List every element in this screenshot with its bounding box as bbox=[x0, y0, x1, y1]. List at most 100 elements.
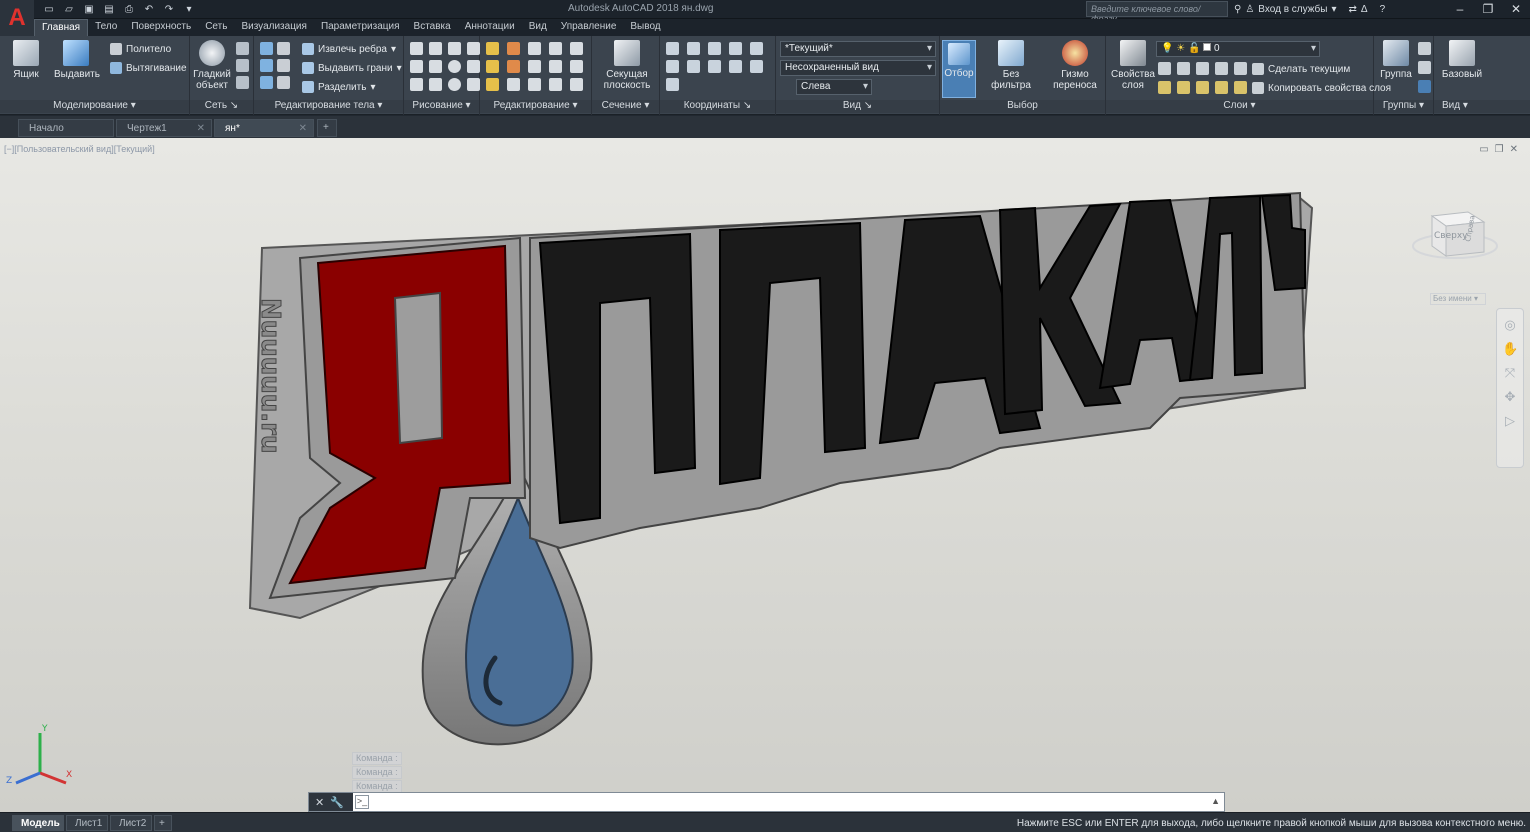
viewcube-top-label[interactable]: Сверху bbox=[1434, 231, 1468, 241]
ribbon-tab[interactable]: Главная bbox=[34, 19, 89, 36]
redo-icon[interactable]: ↷ bbox=[160, 2, 178, 17]
left-view-select[interactable]: Слева bbox=[796, 79, 872, 95]
point-icon[interactable] bbox=[467, 60, 480, 73]
layer-select[interactable]: 💡 ☀ 🔓 0 bbox=[1156, 41, 1320, 57]
erase-icon[interactable] bbox=[486, 78, 499, 91]
save-as-icon[interactable]: ▤ bbox=[100, 2, 118, 17]
app-logo[interactable]: A bbox=[0, 0, 34, 36]
join-icon[interactable] bbox=[549, 78, 562, 91]
box-button[interactable]: Ящик bbox=[4, 40, 48, 80]
viewport-label[interactable]: [−][Пользовательский вид][Текущий] bbox=[4, 144, 155, 154]
group-select-icon[interactable] bbox=[1418, 80, 1431, 93]
break-icon[interactable] bbox=[570, 78, 583, 91]
polygon-icon[interactable] bbox=[410, 78, 423, 91]
mesh-tool-icon[interactable] bbox=[236, 76, 249, 89]
intersect-icon[interactable] bbox=[260, 76, 273, 89]
slice-icon[interactable] bbox=[277, 59, 290, 72]
panel-modify-title[interactable]: Редактирование ▾ bbox=[480, 100, 591, 113]
ucs-face-icon[interactable] bbox=[729, 60, 742, 73]
doc-tab-drawing1[interactable]: Чертеж1 ✕ bbox=[116, 119, 212, 137]
move-icon[interactable] bbox=[486, 42, 499, 55]
extract-edges-button[interactable]: Извлечь ребра ▾ bbox=[302, 41, 396, 57]
ucs-object-icon[interactable] bbox=[708, 60, 721, 73]
ucs-z-icon[interactable] bbox=[750, 60, 763, 73]
layer-merge-icon[interactable] bbox=[1234, 81, 1247, 94]
presspull-button[interactable]: Вытягивание bbox=[110, 60, 187, 76]
ucs-view-icon[interactable] bbox=[687, 60, 700, 73]
make-current-button[interactable]: Сделать текущим bbox=[1252, 61, 1350, 77]
layer-properties-button[interactable]: Свойства слоя bbox=[1108, 40, 1158, 91]
panel-modeling-title[interactable]: Моделирование ▾ bbox=[0, 100, 189, 113]
command-prompt-icon[interactable]: >_ bbox=[355, 795, 369, 809]
group-edit-icon[interactable] bbox=[1418, 61, 1431, 74]
panel-base-view-title[interactable]: Вид ▾ bbox=[1434, 100, 1530, 113]
scale-icon[interactable] bbox=[507, 60, 520, 73]
smooth-object-button[interactable]: Гладкий объект bbox=[190, 40, 234, 91]
gizmo-button[interactable]: Гизмо переноса bbox=[1050, 40, 1100, 91]
save-icon[interactable]: ▣ bbox=[80, 2, 98, 17]
viewport-restore-icon[interactable]: ❐ bbox=[1495, 144, 1504, 155]
doc-tab-current[interactable]: ян* ✕ bbox=[214, 119, 314, 137]
array-icon[interactable] bbox=[549, 60, 562, 73]
group-button[interactable]: Группа bbox=[1374, 40, 1418, 80]
polysolid-button[interactable]: Политело bbox=[110, 41, 171, 57]
add-layout-button[interactable]: + bbox=[154, 815, 172, 831]
print-icon[interactable]: ⎙ bbox=[120, 2, 138, 17]
ribbon-tab[interactable]: Сеть bbox=[198, 19, 234, 36]
chevron-up-icon[interactable]: ▲ bbox=[1211, 796, 1220, 806]
union-icon[interactable] bbox=[260, 42, 273, 55]
panel-solid-edit-title[interactable]: Редактирование тела ▾ bbox=[254, 100, 403, 113]
section-plane-button[interactable]: Секущая плоскость bbox=[602, 40, 652, 91]
ucs-named-icon[interactable] bbox=[666, 60, 679, 73]
ucs-name-dropdown[interactable]: Без имени ▾ bbox=[1430, 293, 1486, 305]
layer-walk-icon[interactable] bbox=[1234, 62, 1247, 75]
panel-layers-title[interactable]: Слои ▾ bbox=[1106, 100, 1373, 113]
ungroup-icon[interactable] bbox=[1418, 42, 1431, 55]
ribbon-tab[interactable]: Тело bbox=[88, 19, 124, 36]
polyline-icon[interactable] bbox=[429, 42, 442, 55]
ellipse-icon[interactable] bbox=[448, 78, 461, 91]
chamfer-icon[interactable] bbox=[570, 60, 583, 73]
ucs-3point-icon[interactable] bbox=[666, 78, 679, 91]
offset-icon[interactable] bbox=[528, 60, 541, 73]
doc-tab-start[interactable]: Начало bbox=[18, 119, 114, 137]
ribbon-tab[interactable]: Визуализация bbox=[234, 19, 313, 36]
layer-unlock-icon[interactable] bbox=[1215, 81, 1228, 94]
xline-icon[interactable] bbox=[429, 60, 442, 73]
close-icon[interactable]: ✕ bbox=[299, 123, 307, 134]
close-icon[interactable]: ✕ bbox=[315, 796, 324, 809]
layer-freeze-icon[interactable] bbox=[1196, 62, 1209, 75]
ucs-x-icon[interactable] bbox=[729, 42, 742, 55]
subtract-icon[interactable] bbox=[260, 59, 273, 72]
culling-button[interactable]: Отбор bbox=[942, 40, 976, 98]
drawing-viewport[interactable]: Nuuuuu.ru [−][Пользовательский вид][Теку… bbox=[0, 138, 1530, 812]
ribbon-tab[interactable]: Вид bbox=[522, 19, 554, 36]
orbit-icon[interactable]: ✥ bbox=[1502, 389, 1518, 405]
shell-icon[interactable] bbox=[277, 76, 290, 89]
ucs-icon[interactable] bbox=[666, 42, 679, 55]
trim-icon[interactable] bbox=[486, 60, 499, 73]
no-filter-button[interactable]: Без фильтра bbox=[982, 40, 1040, 91]
layer-on-icon[interactable] bbox=[1158, 81, 1171, 94]
copy-icon[interactable] bbox=[528, 42, 541, 55]
command-input[interactable] bbox=[375, 795, 1205, 809]
showmotion-icon[interactable]: ▷ bbox=[1502, 413, 1518, 429]
extrude-faces-button[interactable]: Выдавить грани ▾ bbox=[302, 60, 402, 76]
panel-coordinates-title[interactable]: Координаты ↘ bbox=[660, 100, 775, 113]
extract-icon[interactable] bbox=[277, 42, 290, 55]
panel-view-title[interactable]: Вид ↘ bbox=[776, 100, 939, 113]
a360-icon[interactable]: Δ bbox=[1361, 4, 1368, 15]
new-tab-button[interactable]: + bbox=[317, 119, 337, 137]
layer-lock-icon[interactable] bbox=[1215, 62, 1228, 75]
search-input[interactable]: Введите ключевое слово/фразу bbox=[1086, 1, 1228, 24]
named-view-select[interactable]: Несохраненный вид bbox=[780, 60, 936, 76]
layer-unisolate-icon[interactable] bbox=[1177, 81, 1190, 94]
panel-draw-title[interactable]: Рисование ▾ bbox=[404, 100, 479, 113]
match-layer-button[interactable]: Копировать свойства слоя bbox=[1252, 80, 1391, 96]
ucs-y-icon[interactable] bbox=[750, 42, 763, 55]
exchange-icon[interactable]: ⇄ bbox=[1348, 4, 1356, 15]
spline-icon[interactable] bbox=[410, 60, 423, 73]
layout-tab-sheet1[interactable]: Лист1 bbox=[66, 815, 108, 831]
ribbon-tab[interactable]: Вставка bbox=[407, 19, 458, 36]
viewport-close-icon[interactable]: ✕ bbox=[1510, 144, 1518, 155]
